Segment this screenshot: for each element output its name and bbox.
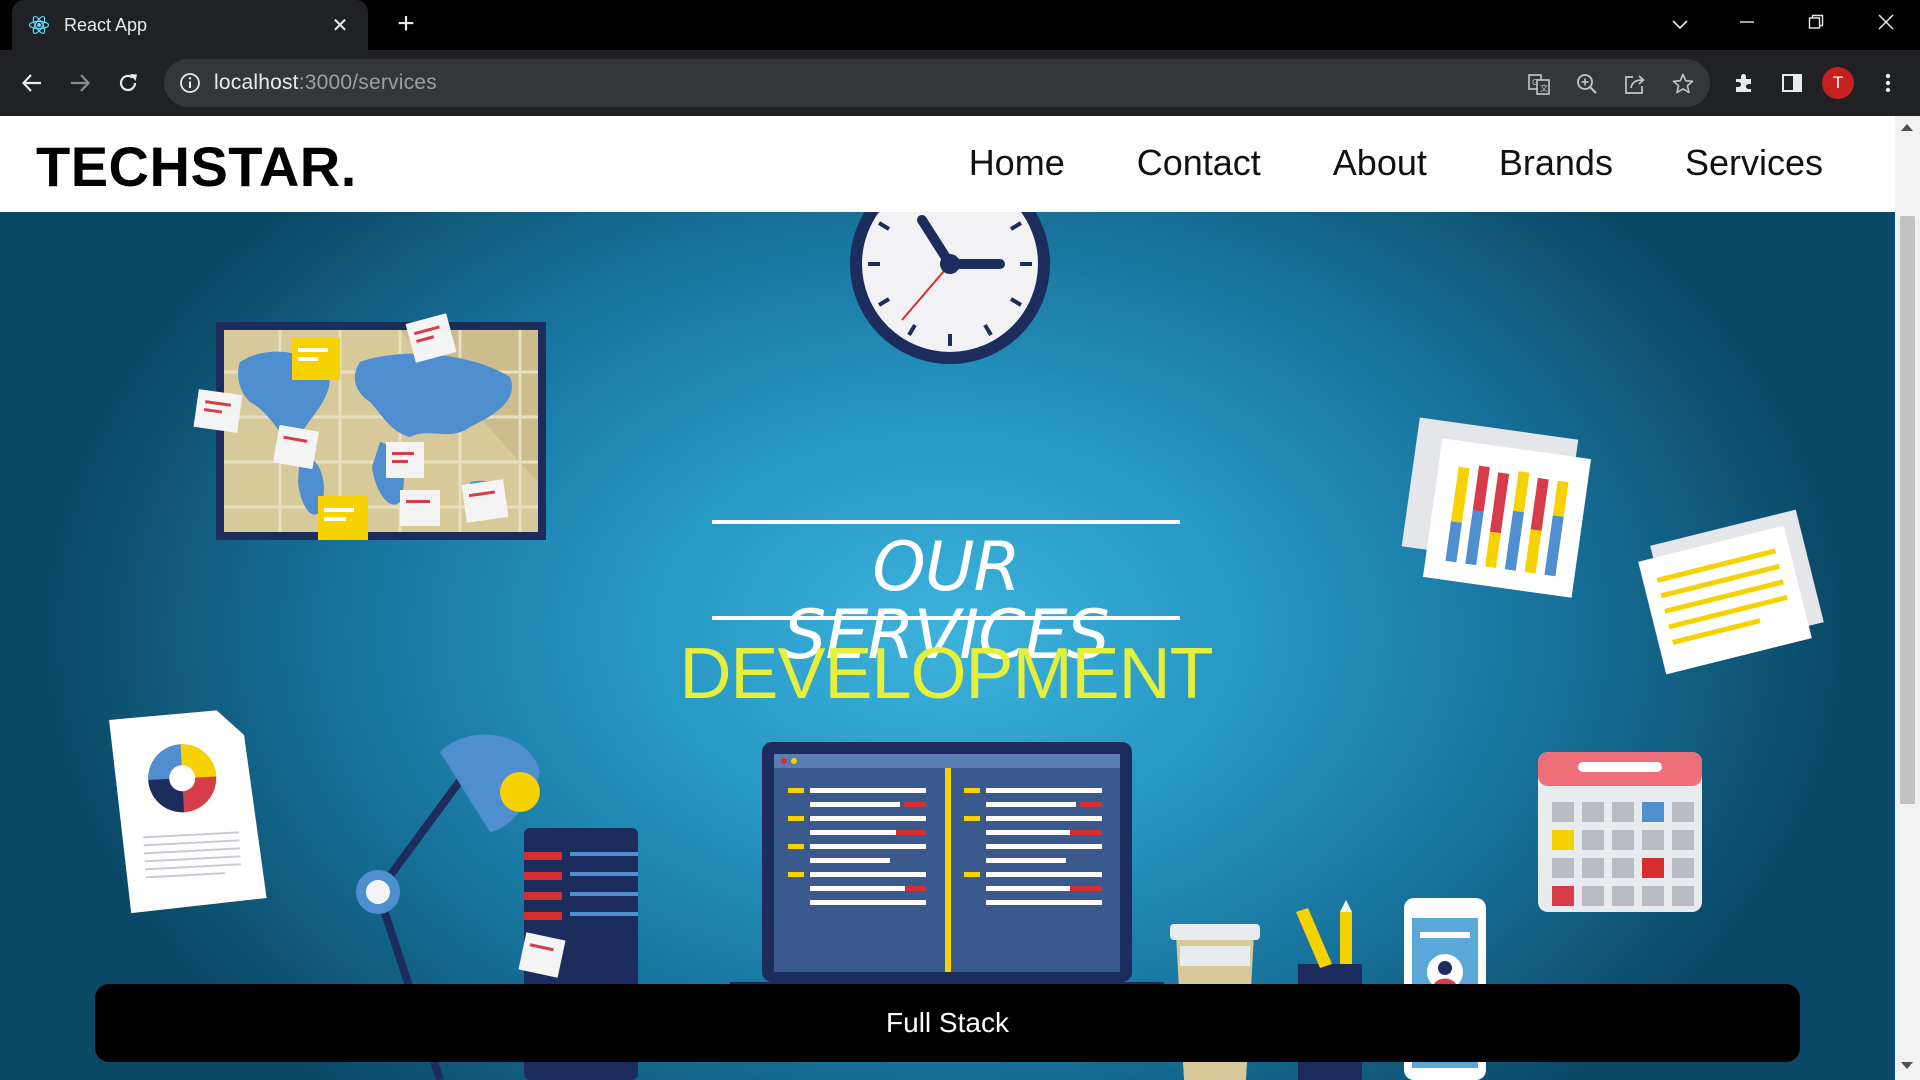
scrollbar-thumb[interactable] (1900, 216, 1915, 804)
browser-toolbar: localhost:3000/services G文 T (0, 50, 1920, 116)
service-label: Full Stack (886, 1007, 1009, 1038)
nav-contact[interactable]: Contact (1137, 142, 1261, 184)
back-arrow-icon[interactable] (12, 63, 52, 103)
translate-icon[interactable]: G文 (1526, 71, 1552, 97)
tab-title: React App (64, 14, 148, 35)
new-tab-button[interactable]: + (390, 9, 422, 41)
nav-services[interactable]: Services (1685, 142, 1823, 184)
brand-logo[interactable]: TECHSTAR. (36, 134, 357, 199)
url-path: :3000/services (298, 71, 437, 94)
laptop-code-icon (730, 742, 1164, 1018)
service-card-full-stack[interactable]: Full Stack (95, 984, 1800, 1062)
lined-paper-icon (1638, 509, 1824, 675)
profile-avatar[interactable]: T (1822, 67, 1854, 99)
hero-title: DEVELOPMENT (679, 634, 1213, 714)
address-bar[interactable]: localhost:3000/services G文 (164, 59, 1710, 107)
restore-button[interactable] (1796, 8, 1836, 40)
url-host: localhost (214, 71, 299, 94)
browser-tab-strip: React App ✕ + (0, 0, 1920, 50)
svg-text:文: 文 (1540, 83, 1548, 93)
page-viewport: TECHSTAR. Home Contact About Brands Serv… (0, 116, 1920, 1080)
reload-icon[interactable] (108, 63, 148, 103)
nav-home[interactable]: Home (969, 142, 1065, 184)
browser-tab[interactable]: React App ✕ (12, 0, 368, 50)
tab-close-icon[interactable]: ✕ (328, 13, 352, 38)
tab-search-button[interactable] (1660, 8, 1700, 40)
side-panel-icon[interactable] (1772, 63, 1812, 103)
share-icon[interactable] (1622, 71, 1648, 97)
forward-arrow-icon[interactable] (60, 63, 100, 103)
url-text[interactable]: localhost:3000/services (214, 71, 437, 95)
kebab-menu-icon[interactable] (1868, 63, 1908, 103)
scroll-up-arrow-icon[interactable] (1901, 124, 1913, 131)
nav-about[interactable]: About (1333, 142, 1427, 184)
site-nav: Home Contact About Brands Services (969, 142, 1823, 184)
site-header: TECHSTAR. Home Contact About Brands Serv… (0, 116, 1895, 212)
minimize-button[interactable] (1727, 8, 1767, 40)
window-close-button[interactable] (1866, 8, 1906, 40)
extensions-puzzle-icon[interactable] (1724, 63, 1764, 103)
hero-rule-top (712, 520, 1180, 524)
react-favicon-icon (28, 14, 50, 36)
pie-chart-document-icon (109, 710, 267, 914)
page-scrollbar[interactable] (1895, 116, 1920, 1080)
zoom-icon[interactable] (1574, 71, 1600, 97)
bookmark-star-icon[interactable] (1670, 71, 1696, 97)
bar-chart-paper-icon (1401, 417, 1592, 598)
svg-text:G: G (1532, 78, 1538, 87)
world-map-icon (193, 313, 546, 540)
scroll-down-arrow-icon[interactable] (1901, 1062, 1913, 1069)
site-info-icon[interactable] (178, 71, 202, 95)
calendar-icon (1538, 752, 1702, 912)
wall-clock-icon (850, 212, 1050, 364)
nav-brands[interactable]: Brands (1499, 142, 1613, 184)
hero-rule-bottom (712, 616, 1180, 620)
